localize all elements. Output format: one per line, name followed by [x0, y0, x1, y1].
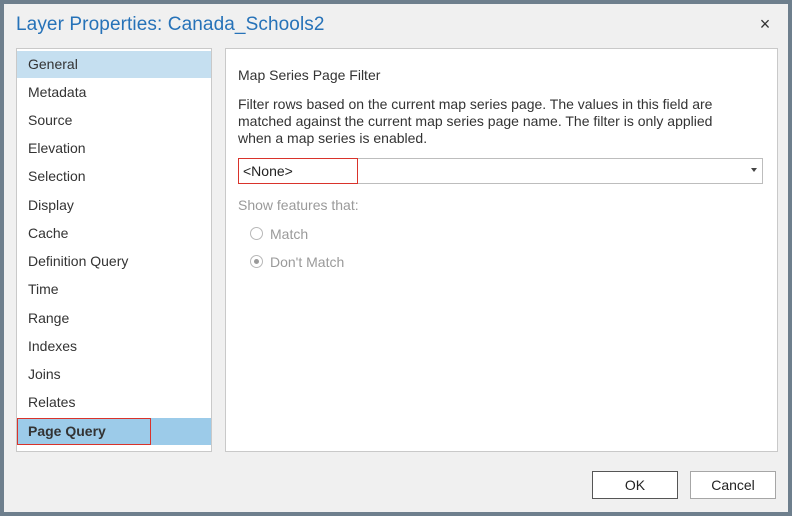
page-filter-field-select[interactable]: <None> [238, 158, 763, 184]
nav-item-indexes[interactable]: Indexes [17, 333, 211, 360]
radio-circle-checked-icon [250, 255, 263, 268]
nav-item-display[interactable]: Display [17, 192, 211, 219]
radio-label: Don't Match [270, 254, 345, 270]
nav-item-range[interactable]: Range [17, 305, 211, 332]
ok-button[interactable]: OK [592, 471, 678, 499]
properties-nav: General Metadata Source Elevation Select… [16, 48, 212, 452]
close-icon[interactable]: × [756, 15, 774, 33]
chevron-down-icon [751, 168, 757, 172]
layer-properties-dialog: Layer Properties: Canada_Schools2 × Gene… [4, 4, 788, 512]
nav-item-source[interactable]: Source [17, 107, 211, 134]
cancel-button[interactable]: Cancel [690, 471, 776, 499]
nav-item-definition-query[interactable]: Definition Query [17, 248, 211, 275]
nav-item-elevation[interactable]: Elevation [17, 135, 211, 162]
radio-label: Match [270, 226, 309, 242]
nav-item-time[interactable]: Time [17, 276, 211, 303]
nav-item-cache[interactable]: Cache [17, 220, 211, 247]
page-query-panel: Map Series Page Filter Filter rows based… [225, 48, 778, 452]
nav-item-relates[interactable]: Relates [17, 389, 211, 416]
select-value: <None> [238, 158, 358, 184]
nav-item-general[interactable]: General [17, 51, 211, 78]
radio-circle-icon [250, 227, 263, 240]
nav-item-metadata[interactable]: Metadata [17, 79, 211, 106]
nav-item-page-query[interactable]: Page Query [17, 418, 211, 445]
filter-description: Filter rows based on the current map ser… [238, 96, 713, 146]
dialog-title: Layer Properties: Canada_Schools2 [16, 14, 325, 35]
nav-item-selection[interactable]: Selection [17, 163, 211, 190]
highlight-box [17, 418, 151, 445]
nav-item-joins[interactable]: Joins [17, 361, 211, 388]
show-features-label: Show features that: [238, 197, 359, 213]
section-title: Map Series Page Filter [238, 67, 381, 83]
